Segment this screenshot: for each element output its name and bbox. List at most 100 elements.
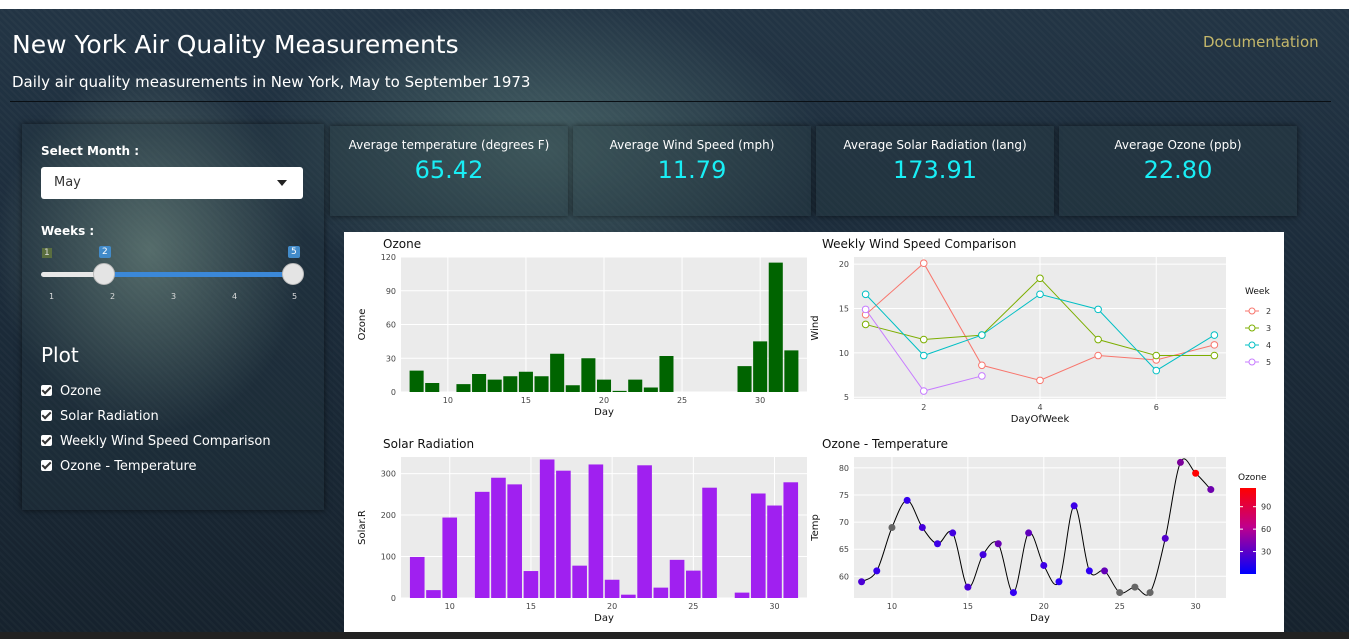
checkbox-ozone-temperature[interactable]: Ozone - Temperature: [41, 459, 197, 477]
checkbox-checked-icon[interactable]: [41, 435, 52, 446]
checkbox-ozone[interactable]: Ozone: [41, 384, 101, 402]
bar: [456, 384, 471, 392]
plot-panel: [854, 457, 1226, 598]
bar: [767, 505, 782, 598]
y-tick-label: 60: [386, 321, 396, 330]
checkbox-checked-icon[interactable]: [41, 385, 52, 396]
bar: [523, 571, 539, 598]
data-point: [978, 331, 986, 339]
bar: [581, 358, 596, 392]
page-title: New York Air Quality Measurements: [12, 30, 459, 59]
slider-tick: 5: [292, 292, 298, 301]
bar: [572, 565, 587, 598]
bar: [409, 370, 424, 392]
x-tick-label: 15: [526, 602, 536, 611]
data-point: [1036, 376, 1044, 385]
checkbox-weekly-wind[interactable]: Weekly Wind Speed Comparison: [41, 434, 271, 452]
kpi-label: Average Ozone (ppb): [1114, 138, 1242, 152]
kpi-value: 65.42: [414, 156, 484, 184]
data-point: [994, 540, 1002, 548]
weeks-range-slider[interactable]: 1 2 5 1 2 3 4 5: [41, 244, 304, 301]
colorbar: [1240, 488, 1256, 574]
legend-title: Week: [1245, 287, 1270, 297]
plot-panel: [401, 457, 807, 598]
x-tick-label: 30: [769, 602, 779, 611]
checkbox-label: Weekly Wind Speed Comparison: [60, 434, 271, 449]
documentation-link[interactable]: Documentation: [1203, 33, 1319, 51]
x-tick-label: 15: [521, 396, 531, 405]
y-tick-label: 65: [839, 545, 849, 554]
slider-tick: 2: [110, 292, 116, 301]
kpi-temperature: Average temperature (degrees F) 65.42: [330, 126, 568, 216]
y-tick-label: 20: [839, 260, 849, 269]
slider-tick: 3: [171, 292, 177, 301]
data-point: [1210, 351, 1219, 360]
y-tick-label: 90: [386, 287, 396, 296]
x-tick-label: 25: [688, 602, 698, 611]
checkbox-solar-radiation[interactable]: Solar Radiation: [41, 409, 159, 427]
data-point: [1210, 341, 1219, 349]
kpi-label: Average Solar Radiation (lang): [843, 138, 1027, 152]
legend-key: [1248, 341, 1256, 349]
kpi-bar: Average temperature (degrees F) 65.42 Av…: [330, 126, 1300, 218]
checkbox-label: Ozone - Temperature: [60, 459, 197, 474]
data-point: [1152, 366, 1161, 375]
bar: [686, 570, 701, 598]
bar: [669, 559, 685, 598]
plots-svg: Ozone030609012010 15 20 25 30DayOzoneWeekly …: [357, 237, 1271, 624]
legend-label: 3: [1266, 324, 1271, 333]
data-point: [918, 524, 926, 531]
bar: [518, 371, 533, 392]
checkbox-label: Solar Radiation: [60, 409, 159, 424]
legend-key: [1248, 324, 1256, 332]
data-point: [978, 372, 986, 380]
data-point: [934, 540, 942, 548]
bar: [783, 482, 799, 598]
month-select-value: May: [54, 175, 81, 190]
checkbox-checked-icon[interactable]: [41, 460, 52, 471]
y-tick-label: 15: [839, 304, 849, 313]
checkbox-checked-icon[interactable]: [41, 410, 52, 421]
data-point: [1101, 567, 1109, 575]
bar: [491, 477, 506, 598]
legend-label: 4: [1266, 341, 1271, 350]
data-point: [888, 524, 896, 531]
data-point: [861, 320, 870, 329]
x-tick-label: 20: [607, 602, 617, 611]
data-point: [873, 567, 881, 575]
legend-key: [1248, 307, 1256, 315]
month-select[interactable]: May: [41, 167, 303, 199]
checkbox-label: Ozone: [60, 384, 102, 399]
x-tick-label: 10: [443, 396, 453, 405]
y-tick-label: 100: [381, 553, 396, 562]
kpi-value: 173.91: [893, 156, 977, 184]
data-point: [1036, 290, 1044, 299]
slider-upper-value: 5: [288, 246, 300, 258]
bar: [628, 379, 643, 392]
slider-upper-handle[interactable]: [282, 263, 304, 285]
month-label: Select Month :: [41, 144, 140, 158]
caret-down-icon: [277, 180, 287, 186]
y-tick-label: 10: [839, 349, 849, 358]
x-tick-label: 2: [921, 403, 926, 412]
y-tick-label: 80: [839, 464, 849, 473]
x-tick-label: 30: [1191, 602, 1201, 611]
data-point: [949, 529, 957, 537]
data-point: [861, 305, 870, 314]
bar: [659, 356, 674, 392]
y-tick-label: 300: [381, 470, 396, 479]
y-tick-label: 70: [839, 518, 849, 527]
slider-tick: 1: [49, 292, 55, 301]
bar: [621, 594, 636, 598]
bar: [653, 587, 669, 598]
legend-key: [1248, 358, 1256, 366]
bar: [442, 517, 458, 598]
bar: [426, 590, 441, 598]
data-point: [861, 290, 870, 299]
kpi-wind: Average Wind Speed (mph) 11.79: [573, 126, 811, 216]
data-point: [964, 583, 972, 591]
bar: [507, 484, 522, 598]
bar: [474, 491, 490, 598]
slider-lower-handle[interactable]: [93, 263, 115, 285]
data-point: [979, 551, 987, 559]
